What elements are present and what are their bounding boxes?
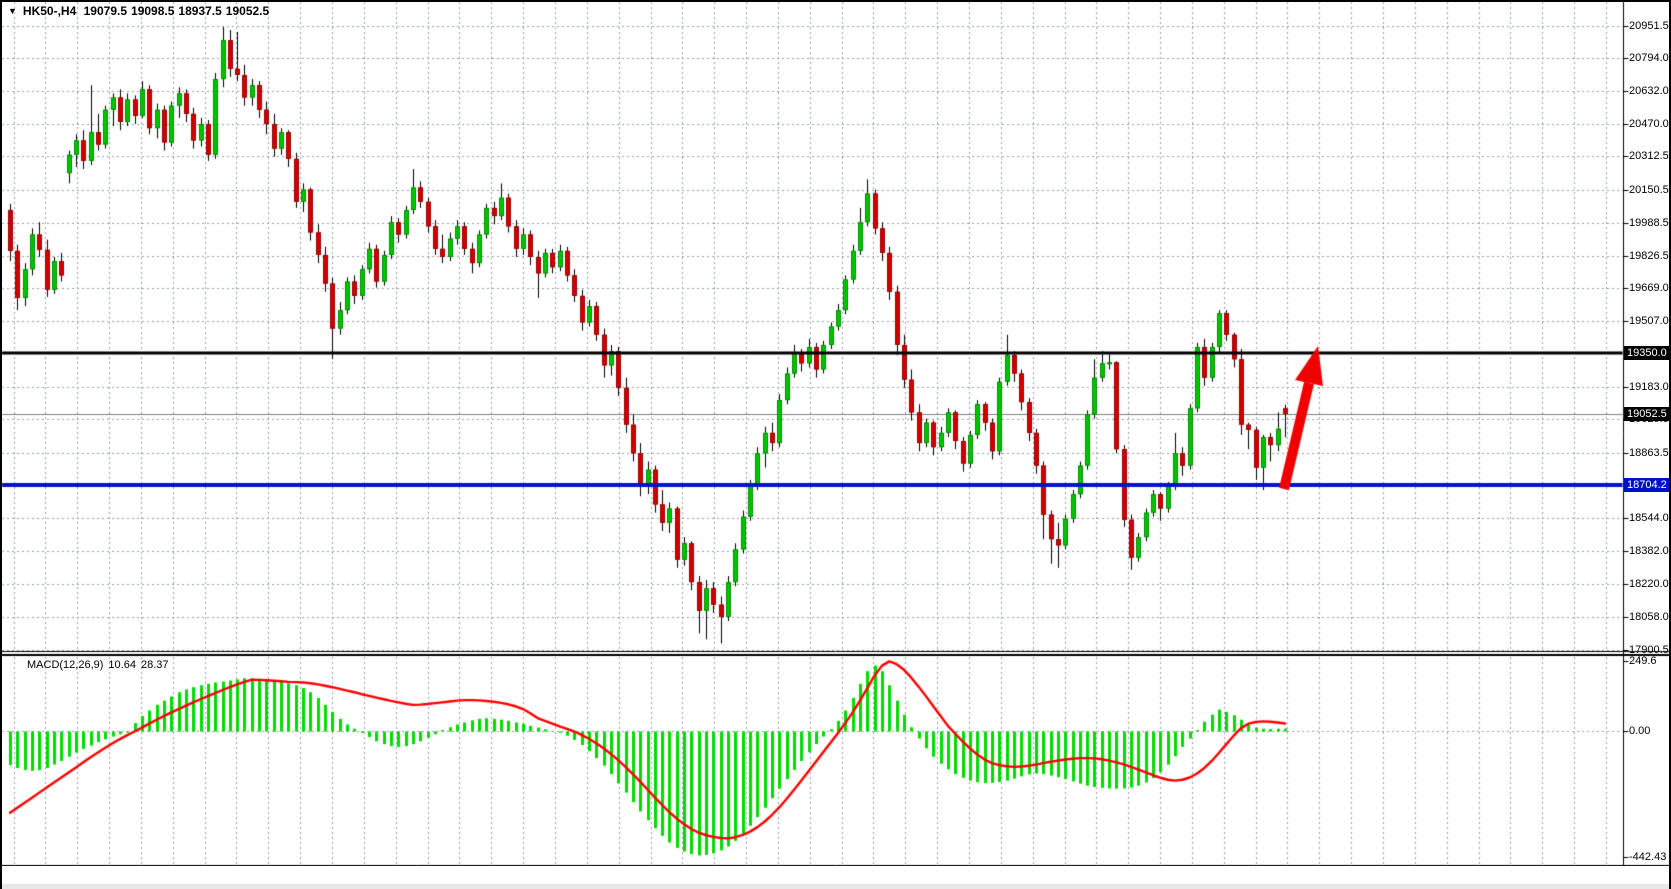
price-tick-label: 18863.5 <box>1629 446 1669 460</box>
macd-signal-value: 28.37 <box>141 659 169 671</box>
price-tick-label: 19988.5 <box>1629 216 1669 230</box>
ohlc-low: 18937.5 <box>178 4 221 18</box>
window-bottom-edge <box>0 884 1671 889</box>
macd-indicator-label: MACD(12,26,9) 10.64 28.37 <box>27 659 173 671</box>
macd-name: MACD(12,26,9) <box>27 659 103 671</box>
macd-tick-label: 249.6 <box>1629 654 1657 668</box>
ohlc-open: 19079.5 <box>84 4 127 18</box>
time-axis: 23 Mar 202329 Mar 01:154 Apr 01:1513 Apr… <box>0 866 1671 884</box>
symbol-dropdown-icon[interactable]: ▼ <box>8 6 17 16</box>
symbol-timeframe-label: HK50-,H4 <box>23 4 76 18</box>
ohlc-close: 19052.5 <box>226 4 269 18</box>
resistance-price-badge: 19350.0 <box>1624 346 1671 360</box>
macd-value: 10.64 <box>108 659 136 671</box>
price-tick-label: 20951.5 <box>1629 19 1669 33</box>
price-tick-label: 18220.0 <box>1629 577 1669 591</box>
price-tick-label: 19183.0 <box>1629 380 1669 394</box>
price-tick-label: 18544.0 <box>1629 511 1669 525</box>
price-tick-label: 19669.0 <box>1629 281 1669 295</box>
price-tick-label: 20312.5 <box>1629 149 1669 163</box>
price-tick-label: 20632.0 <box>1629 84 1669 98</box>
chart-window: ▼ HK50-,H4 19079.5 19098.5 18937.5 19052.5 M… <box>0 0 1671 889</box>
price-tick-label: 20470.0 <box>1629 117 1669 131</box>
price-tick-label: 20794.0 <box>1629 51 1669 65</box>
macd-tick-label: -442.43 <box>1629 850 1666 864</box>
price-tick-label: 18058.0 <box>1629 610 1669 624</box>
macd-tick-label: 0.00 <box>1629 724 1650 738</box>
price-tick-label: 18382.0 <box>1629 544 1669 558</box>
price-tick-label: 20150.5 <box>1629 183 1669 197</box>
price-tick-label: 19507.0 <box>1629 314 1669 328</box>
candlestick-chart[interactable] <box>0 0 1671 889</box>
price-tick-label: 19826.5 <box>1629 249 1669 263</box>
current-price-badge: 19052.5 <box>1624 407 1671 421</box>
ohlc-high: 19098.5 <box>131 4 174 18</box>
support-price-badge: 18704.2 <box>1624 478 1671 492</box>
chart-title: ▼ HK50-,H4 19079.5 19098.5 18937.5 19052.5 <box>8 4 273 18</box>
